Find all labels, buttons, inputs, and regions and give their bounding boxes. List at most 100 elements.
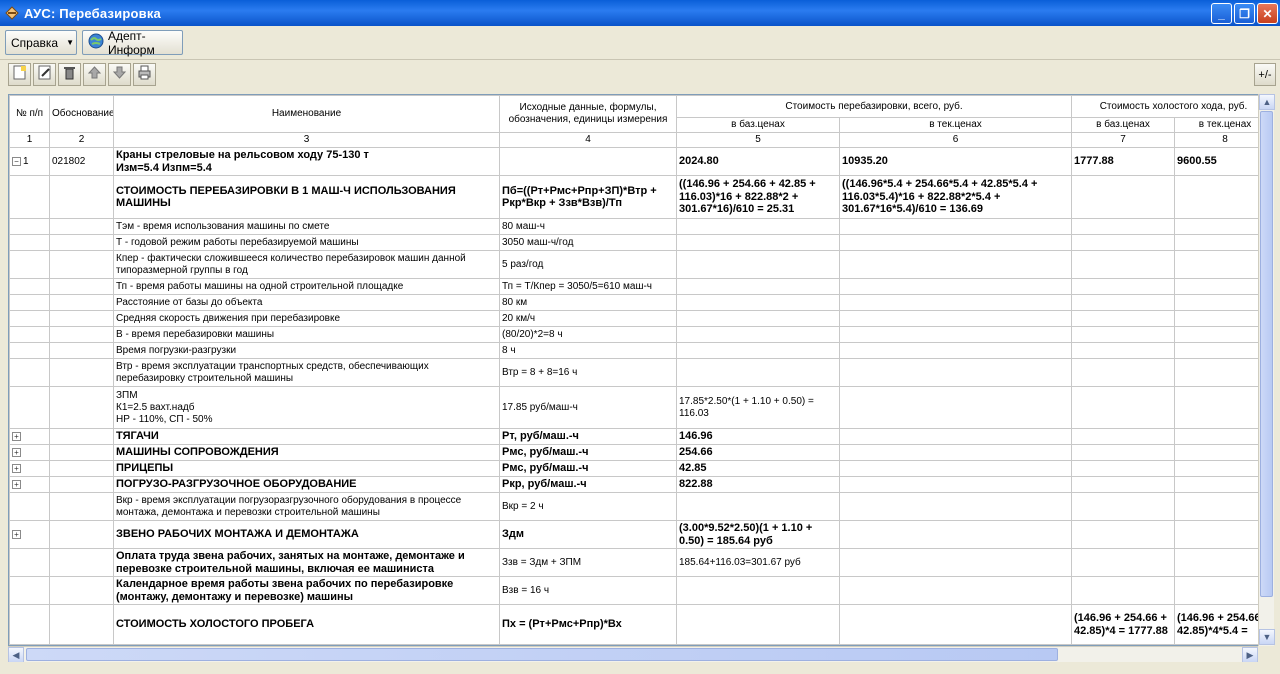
scroll-down-icon[interactable]: ▼	[1259, 629, 1275, 645]
source-cell[interactable]: Рмс, руб/маш.-ч	[499, 444, 677, 461]
adept-inform-button[interactable]: Адепт-Информ	[82, 29, 183, 57]
source-cell[interactable]: Пб=((Рт+Рмс+Рпр+ЗП)*Втр + Ркр*Вкр + Ззв*…	[499, 175, 677, 219]
name-cell[interactable]: ПОГРУЗО-РАЗГРУЗОЧНОЕ ОБОРУДОВАНИЕ	[113, 476, 500, 493]
cost-base-cell[interactable]	[676, 342, 840, 359]
basis-cell[interactable]: 021802	[49, 147, 114, 176]
basis-cell[interactable]	[49, 604, 114, 645]
source-cell[interactable]: 5 раз/год	[499, 250, 677, 279]
header-cur-prices[interactable]: в тек.ценах	[839, 117, 1072, 133]
idle-base-cell[interactable]	[1071, 548, 1175, 577]
idle-base-cell[interactable]	[1071, 218, 1175, 235]
edit-record-button[interactable]	[33, 63, 56, 86]
cost-base-cell[interactable]: 17.85*2.50*(1 + 1.10 + 0.50) = 116.03	[676, 386, 840, 429]
row-number-cell[interactable]	[9, 548, 50, 577]
source-cell[interactable]: Взв = 16 ч	[499, 576, 677, 605]
name-cell[interactable]: ЗВЕНО РАБОЧИХ МОНТАЖА И ДЕМОНТАЖА	[113, 520, 500, 549]
basis-cell[interactable]	[49, 444, 114, 461]
row-number-cell[interactable]	[9, 492, 50, 521]
row-number-cell[interactable]	[9, 175, 50, 219]
source-cell[interactable]: Ззв = Здм + ЗПМ	[499, 548, 677, 577]
vertical-scrollbar[interactable]: ▲ ▼	[1258, 94, 1275, 646]
name-cell[interactable]: Т - годовой режим работы перебазируемой …	[113, 234, 500, 251]
move-up-button[interactable]	[83, 63, 106, 86]
cost-base-cell[interactable]	[676, 576, 840, 605]
row-number-cell[interactable]	[9, 218, 50, 235]
cost-current-cell[interactable]	[839, 342, 1072, 359]
row-number-cell[interactable]	[9, 326, 50, 343]
basis-cell[interactable]	[49, 294, 114, 311]
table-row[interactable]: Втр - время эксплуатации транспортных ср…	[9, 358, 1273, 387]
cost-base-cell[interactable]	[676, 310, 840, 327]
app-icon[interactable]	[5, 6, 19, 20]
name-cell[interactable]: Тэм - время использования машины по смет…	[113, 218, 500, 235]
name-cell[interactable]: Календарное время работы звена рабочих п…	[113, 576, 500, 605]
cost-current-cell[interactable]	[839, 444, 1072, 461]
idle-base-cell[interactable]	[1071, 386, 1175, 429]
cost-base-cell[interactable]	[676, 234, 840, 251]
name-cell[interactable]: Кпер - фактически сложившееся количество…	[113, 250, 500, 279]
source-cell[interactable]: Ркр, руб/маш.-ч	[499, 476, 677, 493]
cost-base-cell[interactable]: 2024.80	[676, 147, 840, 176]
row-number-cell[interactable]	[9, 234, 50, 251]
table-row[interactable]: СТОИМОСТЬ ПЕРЕБАЗИРОВКИ В 1 МАШ-Ч ИСПОЛЬ…	[9, 175, 1273, 219]
maximize-button[interactable]: ❐	[1234, 3, 1255, 24]
expand-icon[interactable]: +	[12, 529, 21, 539]
basis-cell[interactable]	[49, 278, 114, 295]
header-base-prices[interactable]: в баз.ценах	[676, 117, 840, 133]
header-num[interactable]: № п/п	[9, 95, 50, 133]
row-number-cell[interactable]: +	[9, 520, 50, 549]
cost-base-cell[interactable]	[676, 250, 840, 279]
idle-base-cell[interactable]	[1071, 278, 1175, 295]
cost-current-cell[interactable]	[839, 234, 1072, 251]
row-number-cell[interactable]: −1	[9, 147, 50, 176]
name-cell[interactable]: В - время перебазировки машины	[113, 326, 500, 343]
header-cost-idle[interactable]: Стоимость холостого хода, руб.	[1070, 95, 1273, 118]
table-row[interactable]: Средняя скорость движения при перебазиро…	[9, 310, 1273, 327]
table-row[interactable]: Оплата труда звена рабочих, занятых на м…	[9, 548, 1273, 577]
idle-base-cell[interactable]	[1071, 175, 1175, 219]
header-basis[interactable]: Обоснование	[49, 95, 114, 133]
table-row[interactable]: Т - годовой режим работы перебазируемой …	[9, 234, 1273, 251]
basis-cell[interactable]	[49, 460, 114, 477]
cost-current-cell[interactable]	[839, 326, 1072, 343]
cost-current-cell[interactable]	[839, 492, 1072, 521]
idle-base-cell[interactable]	[1071, 358, 1175, 387]
print-button[interactable]	[133, 63, 156, 86]
name-cell[interactable]: ПРИЦЕПЫ	[113, 460, 500, 477]
table-row[interactable]: + ТЯГАЧИ Рт, руб/маш.-ч 146.96	[9, 428, 1273, 445]
source-cell[interactable]: 80 маш-ч	[499, 218, 677, 235]
cost-current-cell[interactable]	[839, 520, 1072, 549]
name-cell[interactable]: Вкр - время эксплуатации погрузоразгрузо…	[113, 492, 500, 521]
idle-base-cell[interactable]	[1071, 520, 1175, 549]
source-cell[interactable]: Пх = (Рт+Рмс+Рпр)*Вх	[499, 604, 677, 645]
scroll-left-icon[interactable]: ◀	[8, 647, 24, 663]
idle-base-cell[interactable]	[1071, 476, 1175, 493]
cost-base-cell[interactable]: 146.96	[676, 428, 840, 445]
table-row[interactable]: + ЗВЕНО РАБОЧИХ МОНТАЖА И ДЕМОНТАЖА Здм (3.…	[9, 520, 1273, 549]
table-row[interactable]: СТОИМОСТЬ ХОЛОСТОГО ПРОБЕГА Пх = (Рт+Рмс+…	[9, 604, 1273, 645]
source-cell[interactable]: 8 ч	[499, 342, 677, 359]
idle-base-cell[interactable]	[1071, 576, 1175, 605]
new-record-button[interactable]	[8, 63, 31, 86]
table-row[interactable]: Календарное время работы звена рабочих п…	[9, 576, 1273, 605]
row-number-cell[interactable]: +	[9, 428, 50, 445]
row-number-cell[interactable]	[9, 294, 50, 311]
idle-base-cell[interactable]	[1071, 342, 1175, 359]
table-row[interactable]: + ПРИЦЕПЫ Рмс, руб/маш.-ч 42.85	[9, 460, 1273, 477]
close-button[interactable]: ✕	[1257, 3, 1278, 24]
name-cell[interactable]: СТОИМОСТЬ ПЕРЕБАЗИРОВКИ В 1 МАШ-Ч ИСПОЛЬ…	[113, 175, 500, 219]
cost-base-cell[interactable]: 254.66	[676, 444, 840, 461]
cost-base-cell[interactable]: 822.88	[676, 476, 840, 493]
cost-current-cell[interactable]	[839, 294, 1072, 311]
name-cell[interactable]: Втр - время эксплуатации транспортных ср…	[113, 358, 500, 387]
basis-cell[interactable]	[49, 310, 114, 327]
cost-base-cell[interactable]	[676, 294, 840, 311]
name-cell[interactable]: Средняя скорость движения при перебазиро…	[113, 310, 500, 327]
basis-cell[interactable]	[49, 358, 114, 387]
cost-base-cell[interactable]	[676, 218, 840, 235]
cost-base-cell[interactable]	[676, 492, 840, 521]
minimize-button[interactable]: _	[1211, 3, 1232, 24]
basis-cell[interactable]	[49, 175, 114, 219]
basis-cell[interactable]	[49, 234, 114, 251]
table-row[interactable]: Тэм - время использования машины по смет…	[9, 218, 1273, 235]
